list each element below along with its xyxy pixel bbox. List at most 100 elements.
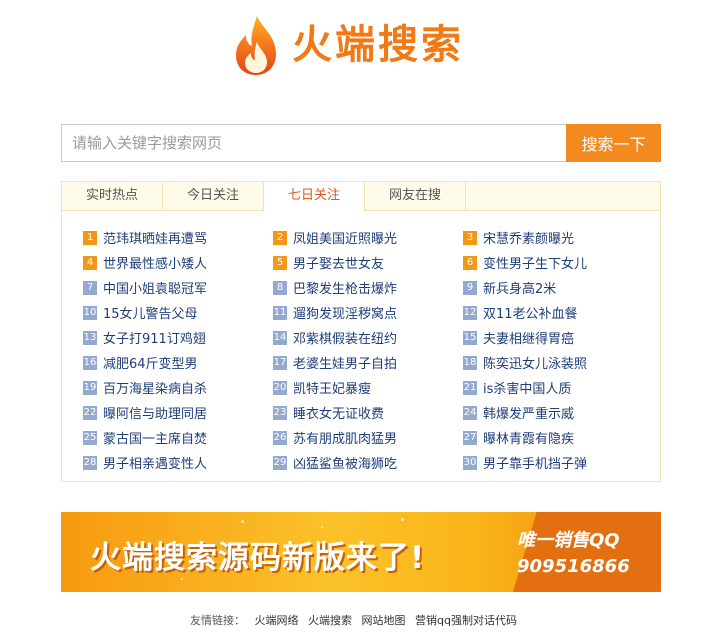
rank-badge: 18 [463,355,477,370]
rank-badge: 17 [273,355,287,370]
logo-text: 火端搜索 [292,22,464,68]
hot-list-item[interactable]: 6 变性男子生下女儿 [463,253,653,272]
tab-realtime-hot[interactable]: 实时热点 [62,182,163,210]
rank-badge: 23 [273,405,287,420]
rank-badge: 30 [463,455,477,470]
hot-list-item-label: 世界最性感小矮人 [103,257,208,272]
hot-list-item-label: 夫妻相继得胃癌 [483,332,575,347]
hot-list-item-label: 邓紫棋假装在纽约 [293,332,398,347]
hot-list-item[interactable]: 2 凤姐美国近照曝光 [273,228,463,247]
rank-badge: 11 [273,305,287,320]
hot-list-item-label: 双11老公补血餐 [483,307,578,322]
hot-list-item-label: 百万海星染病自杀 [103,382,208,397]
tab-bar: 实时热点 今日关注 七日关注 网友在搜 [62,182,660,211]
rank-badge: 24 [463,405,477,420]
rank-badge: 19 [83,380,97,395]
hot-list-item[interactable]: 29 凶猛鲨鱼被海狮吃 [273,453,463,472]
tab-today-focus[interactable]: 今日关注 [163,182,264,210]
hot-list-item[interactable]: 20 凯特王妃暴瘦 [273,378,463,397]
hot-list-item[interactable]: 23 睡衣女无证收费 [273,403,463,422]
hot-list-item[interactable]: 19 百万海星染病自杀 [83,378,273,397]
hot-list-item-label: 陈奕迅女儿泳装照 [483,357,588,372]
hot-list-item-label: 遛狗发现淫秽窝点 [293,307,398,322]
hot-list-item-label: 凶猛鲨鱼被海狮吃 [293,457,398,472]
site-logo[interactable]: 火端搜索 [232,12,464,78]
search-input[interactable] [61,124,566,162]
hot-list-item[interactable]: 11 遛狗发现淫秽窝点 [273,303,463,322]
hot-list-item-label: 男子娶去世女友 [293,257,385,272]
footer-link-sitemap[interactable]: 网站地图 [362,614,406,627]
hot-list-item-label: 曝阿信与助理同居 [103,407,208,422]
hot-list-item[interactable]: 26 苏有朋成肌肉猛男 [273,428,463,447]
rank-badge: 10 [83,305,97,320]
hot-list-item-label: 15女儿警告父母 [103,307,198,322]
footer-link-huoduan-search[interactable]: 火端搜索 [308,614,352,627]
footer-link-qq-marketing[interactable]: 营销qq强制对话代码 [415,614,517,627]
flame-icon [236,16,276,75]
hot-list-item[interactable]: 25 蒙古国一主席自焚 [83,428,273,447]
rank-badge: 27 [463,430,477,445]
rank-badge: 20 [273,380,287,395]
rank-badge: 29 [273,455,287,470]
hot-list-item[interactable]: 28 男子相亲遇变性人 [83,453,273,472]
hot-list-item[interactable]: 27 曝林青霞有隐疾 [463,428,653,447]
footer-label: 友情链接： [190,614,246,627]
hot-list-item[interactable]: 3 宋慧乔素颜曝光 [463,228,653,247]
hot-list-item[interactable]: 24 韩爆发严重示威 [463,403,653,422]
rank-badge: 4 [83,255,97,270]
hot-list-item-label: 蒙古国一主席自焚 [103,432,208,447]
rank-badge: 14 [273,330,287,345]
hot-topics-panel: 实时热点 今日关注 七日关注 网友在搜 1 范玮琪晒娃再遭骂 2 凤姐美国近照曝光 3 宋… [61,181,661,482]
hot-list-item-label: 韩爆发严重示威 [483,407,575,422]
hot-list-item-label: 新兵身高2米 [483,282,557,297]
hot-list-item[interactable]: 15 夫妻相继得胃癌 [463,328,653,347]
hot-list-item[interactable]: 4 世界最性感小矮人 [83,253,273,272]
search-bar: 搜索一下 [61,124,661,162]
promo-banner[interactable]: 火端搜索源码新版来了! 唯一销售QQ 909516866 [61,512,661,592]
hot-list-item-label: 变性男子生下女儿 [483,257,588,272]
rank-badge: 25 [83,430,97,445]
hot-list-item[interactable]: 5 男子娶去世女友 [273,253,463,272]
tab-seven-day-focus[interactable]: 七日关注 [264,182,365,211]
hot-list-item[interactable]: 30 男子靠手机挡子弹 [463,453,653,472]
banner-contact-block [513,512,661,592]
rank-badge: 2 [273,230,287,245]
tab-netizen-search[interactable]: 网友在搜 [365,182,466,210]
footer-link-huoduan-network[interactable]: 火端网络 [255,614,299,627]
rank-badge: 1 [83,230,97,245]
hot-list-item[interactable]: 10 15女儿警告父母 [83,303,273,322]
hot-list-item[interactable]: 22 曝阿信与助理同居 [83,403,273,422]
banner-qq-label: 唯一销售QQ [517,530,620,551]
hot-list-item-label: 凤姐美国近照曝光 [293,232,398,247]
hot-list-item-label: 巴黎发生枪击爆炸 [293,282,398,297]
hot-list-item-label: 中国小姐袁聪冠军 [103,282,208,297]
rank-badge: 5 [273,255,287,270]
hot-list-item-label: 曝林青霞有隐疾 [483,432,575,447]
rank-badge: 6 [463,255,477,270]
rank-badge: 21 [463,380,477,395]
hot-list: 1 范玮琪晒娃再遭骂 2 凤姐美国近照曝光 3 宋慧乔素颜曝光 4 世界最性感小矮人 5 男子娶去… [62,211,660,472]
hot-list-item[interactable]: 12 双11老公补血餐 [463,303,653,322]
search-button[interactable]: 搜索一下 [566,124,661,162]
rank-badge: 13 [83,330,97,345]
hot-list-item[interactable]: 13 女子打911订鸡翅 [83,328,273,347]
hot-list-item[interactable]: 8 巴黎发生枪击爆炸 [273,278,463,297]
hot-list-item-label: 男子相亲遇变性人 [103,457,208,472]
hot-list-item[interactable]: 17 老婆生娃男子自拍 [273,353,463,372]
hot-list-item[interactable]: 14 邓紫棋假装在纽约 [273,328,463,347]
hot-list-item-label: 宋慧乔素颜曝光 [483,232,575,247]
hot-list-item-label: 苏有朋成肌肉猛男 [293,432,398,447]
footer-links: 友情链接： 火端网络 火端搜索 网站地图 营销qq强制对话代码 [0,612,707,628]
hot-list-item[interactable]: 18 陈奕迅女儿泳装照 [463,353,653,372]
hot-list-item[interactable]: 1 范玮琪晒娃再遭骂 [83,228,273,247]
hot-list-item[interactable]: 7 中国小姐袁聪冠军 [83,278,273,297]
hot-list-item[interactable]: 21 is杀害中国人质 [463,378,653,397]
rank-badge: 9 [463,280,477,295]
rank-badge: 15 [463,330,477,345]
rank-badge: 7 [83,280,97,295]
banner-qq-number: 909516866 [517,556,630,577]
hot-list-item[interactable]: 9 新兵身高2米 [463,278,653,297]
hot-list-item-label: is杀害中国人质 [483,382,572,397]
hot-list-item-label: 女子打911订鸡翅 [103,332,206,347]
hot-list-item[interactable]: 16 减肥64斤变型男 [83,353,273,372]
